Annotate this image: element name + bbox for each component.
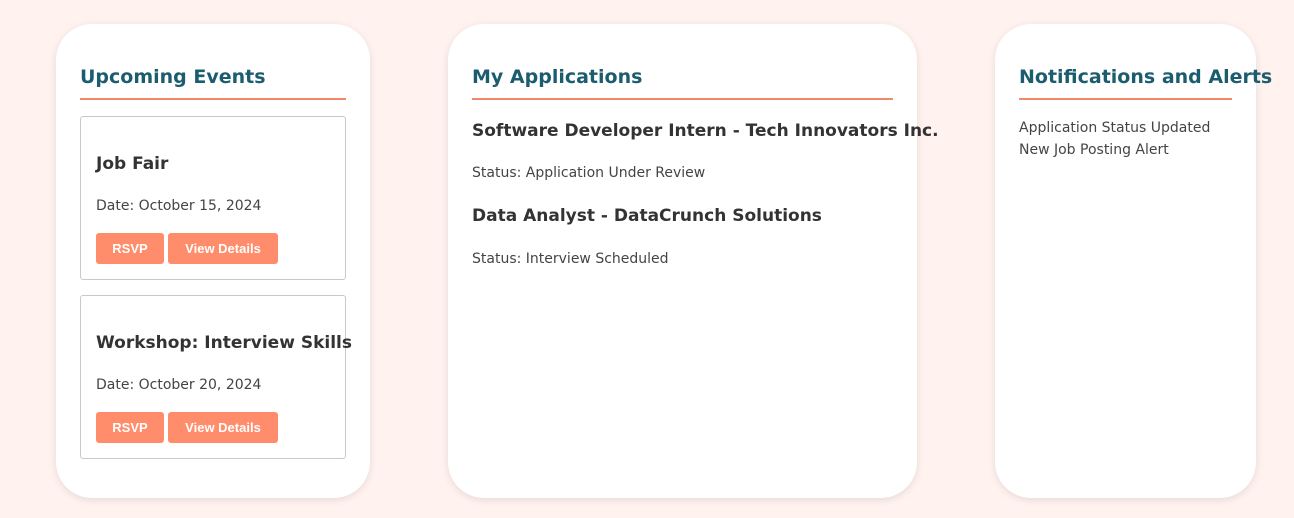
view-details-button[interactable]: View Details bbox=[168, 412, 278, 443]
event-card: Job Fair Date: October 15, 2024 RSVP Vie… bbox=[80, 116, 346, 280]
title-divider bbox=[1019, 98, 1232, 100]
notification-item: New Job Posting Alert bbox=[1019, 142, 1169, 158]
title-divider bbox=[80, 98, 346, 100]
event-date: Date: October 20, 2024 bbox=[96, 377, 262, 393]
rsvp-button[interactable]: RSVP bbox=[96, 233, 164, 264]
event-card: Workshop: Interview Skills Date: October… bbox=[80, 295, 352, 459]
event-date: Date: October 15, 2024 bbox=[96, 198, 262, 214]
view-details-button[interactable]: View Details bbox=[168, 233, 278, 264]
event-name: Workshop: Interview Skills bbox=[96, 333, 352, 353]
application-status: Status: Application Under Review bbox=[472, 165, 706, 181]
application-title: Data Analyst - DataCrunch Solutions bbox=[472, 206, 822, 226]
my-applications-title: My Applications bbox=[472, 66, 643, 88]
application-title: Software Developer Intern - Tech Innovat… bbox=[472, 121, 939, 141]
rsvp-button[interactable]: RSVP bbox=[96, 412, 164, 443]
upcoming-events-title: Upcoming Events bbox=[80, 66, 266, 88]
application-status: Status: Interview Scheduled bbox=[472, 251, 669, 267]
notifications-title: Notifications and Alerts bbox=[1019, 66, 1273, 88]
notification-item: Application Status Updated bbox=[1019, 120, 1211, 136]
upcoming-events-panel: Upcoming Events Job Fair Date: October 1… bbox=[56, 24, 370, 498]
my-applications-panel: My Applications Software Developer Inter… bbox=[448, 24, 939, 498]
event-name: Job Fair bbox=[96, 154, 169, 174]
title-divider bbox=[472, 98, 893, 100]
notifications-panel: Notifications and Alerts Application Sta… bbox=[995, 24, 1272, 498]
notifications-list: Application Status Updated New Job Posti… bbox=[1019, 117, 1210, 161]
